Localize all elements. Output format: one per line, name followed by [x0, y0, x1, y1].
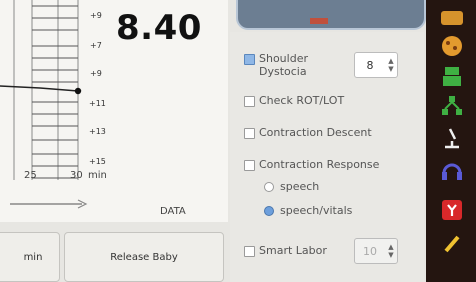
contraction-descent-label: Contraction Descent	[259, 126, 372, 139]
cookie-icon[interactable]	[440, 6, 464, 30]
monitor-chart-panel: +9 +7 +9 +11 +13 +15 25 30 min 8.40 DATA	[0, 0, 228, 222]
shoulder-dystocia-label-wrap: Shoulder Dystocia	[259, 52, 308, 78]
smart-labor-label: Smart Labor	[259, 244, 327, 257]
trace-line	[0, 85, 79, 92]
min-button[interactable]: min	[0, 232, 60, 282]
options-panel: Shoulder Dystocia 8 ▲ ▼ Check ROT/LOT Con…	[230, 32, 424, 282]
shoulder-dystocia-label-2: Dystocia	[259, 65, 307, 78]
robot-icon[interactable]	[440, 64, 464, 88]
release-baby-label: Release Baby	[110, 251, 178, 263]
stepper-arrows-icon[interactable]: ▲ ▼	[385, 243, 397, 259]
smart-labor-checkbox[interactable]	[244, 246, 255, 257]
shoulder-dystocia-stepper[interactable]: 8 ▲ ▼	[354, 52, 398, 78]
contraction-descent-checkbox[interactable]	[244, 128, 255, 139]
smart-labor-stepper[interactable]: 10 ▲ ▼	[354, 238, 398, 264]
response-mode-speech[interactable]: speech	[264, 180, 319, 193]
grid-lines-horizontal	[32, 5, 78, 179]
scale-label: +11	[89, 99, 106, 108]
scale-label: +13	[89, 127, 106, 136]
scale-label: +15	[89, 157, 106, 166]
shoulder-dystocia-option[interactable]: Shoulder Dystocia	[244, 52, 308, 78]
microscope-icon[interactable]	[440, 126, 464, 150]
tool-sidebar	[426, 0, 476, 282]
contraction-descent-option[interactable]: Contraction Descent	[244, 126, 372, 139]
response-mode-speech-vitals[interactable]: speech/vitals	[264, 204, 352, 217]
release-baby-button[interactable]: Release Baby	[64, 232, 224, 282]
trace-point	[74, 87, 82, 95]
scale-label: +9	[90, 69, 102, 78]
smart-labor-value: 10	[363, 244, 377, 258]
check-rot-lot-option[interactable]: Check ROT/LOT	[244, 94, 344, 107]
contraction-response-label: Contraction Response	[259, 158, 380, 171]
speech-vitals-radio[interactable]	[264, 206, 274, 216]
shoulder-dystocia-value: 8	[366, 58, 374, 72]
x-unit-label: min	[88, 170, 107, 181]
headset-icon[interactable]	[440, 158, 464, 182]
smart-labor-option[interactable]: Smart Labor	[244, 244, 327, 257]
contraction-response-checkbox[interactable]	[244, 160, 255, 171]
speech-radio[interactable]	[264, 182, 274, 192]
alert-icon[interactable]	[440, 198, 464, 222]
x-tick-label: 25	[24, 170, 37, 181]
network-icon[interactable]	[440, 94, 464, 118]
data-button[interactable]: DATA	[160, 206, 186, 217]
current-value: 8.40	[116, 8, 202, 48]
shoulder-dystocia-label: Shoulder	[259, 52, 308, 65]
pencil-icon[interactable]	[440, 232, 464, 256]
top-status-bar	[236, 0, 426, 30]
speech-vitals-label: speech/vitals	[280, 204, 353, 217]
top-status-indicator	[310, 18, 328, 24]
scale-label: +9	[90, 11, 102, 20]
cookie-icon[interactable]	[440, 34, 464, 58]
stepper-arrows-icon[interactable]: ▲ ▼	[385, 57, 397, 73]
contraction-response-option[interactable]: Contraction Response	[244, 158, 379, 171]
x-tick-label: 30	[70, 170, 83, 181]
shoulder-dystocia-checkbox[interactable]	[244, 54, 255, 65]
check-rot-lot-label: Check ROT/LOT	[259, 94, 345, 107]
check-rot-lot-checkbox[interactable]	[244, 96, 255, 107]
speech-label: speech	[280, 180, 320, 193]
min-button-label: min	[23, 251, 43, 263]
scale-label: +7	[90, 41, 102, 50]
